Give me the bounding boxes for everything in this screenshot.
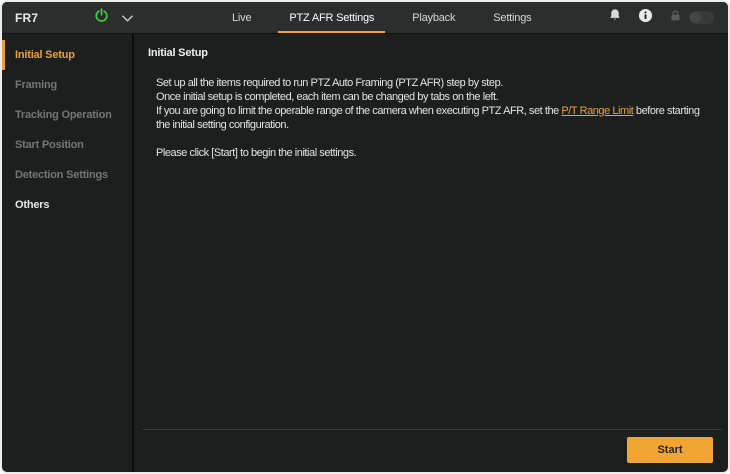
range-sentence-wrap: the initial setting configuration. — [156, 119, 289, 131]
info-button[interactable] — [638, 8, 653, 28]
sidebar: Initial Setup Framing Tracking Operation… — [2, 34, 134, 472]
device-name: FR7 — [15, 10, 39, 25]
sidebar-item-tracking-operation: Tracking Operation — [15, 109, 112, 121]
page-title: Initial Setup — [148, 47, 208, 59]
range-limit-sentence: If you are going to limit the operable r… — [156, 104, 720, 118]
status-icons — [608, 2, 728, 33]
bell-icon — [608, 8, 622, 27]
pt-range-limit-link[interactable]: P/T Range Limit — [561, 105, 633, 117]
power-icon — [94, 7, 109, 28]
main-nav-tabs: Live PTZ AFR Settings Playback Settings — [221, 2, 558, 33]
chevron-down-icon — [122, 9, 134, 27]
info-icon — [638, 8, 653, 28]
bottom-bar: Start — [143, 429, 722, 463]
tab-ptz-afr-settings[interactable]: PTZ AFR Settings — [278, 2, 386, 33]
tab-playback[interactable]: Playback — [401, 2, 466, 33]
top-bar: FR7 Live PTZ AFR Settings Playback Setti… — [2, 2, 728, 34]
sidebar-item-framing: Framing — [15, 79, 57, 91]
sidebar-item-detection-settings: Detection Settings — [15, 169, 108, 181]
body: Initial Setup Framing Tracking Operation… — [2, 34, 728, 472]
lock-toggle[interactable] — [689, 11, 714, 24]
sidebar-item-initial-setup[interactable]: Initial Setup — [2, 40, 132, 70]
sidebar-item-others[interactable]: Others — [2, 190, 132, 220]
toggle-knob — [690, 12, 701, 23]
intro-line: Set up all the items required to run PTZ… — [156, 77, 503, 89]
notification-button[interactable] — [608, 8, 622, 27]
lock-icon — [669, 9, 682, 27]
power-button[interactable] — [94, 7, 109, 28]
sidebar-item-start-position: Start Position — [15, 139, 84, 151]
device-section: FR7 — [2, 2, 165, 33]
bottom-divider — [143, 429, 722, 430]
lock-control-group — [669, 9, 714, 27]
intro-paragraph: Set up all the items required to run PTZ… — [156, 76, 720, 132]
start-button[interactable]: Start — [627, 437, 713, 463]
intro-line: Once initial setup is completed, each it… — [156, 91, 499, 103]
device-menu-button[interactable] — [122, 9, 134, 27]
tab-live[interactable]: Live — [221, 2, 262, 33]
main-panel: Initial Setup Set up all the items requi… — [134, 34, 728, 472]
app-window: FR7 Live PTZ AFR Settings Playback Setti… — [0, 0, 730, 474]
start-instruction: Please click [Start] to begin the initia… — [156, 147, 357, 159]
tab-settings[interactable]: Settings — [482, 2, 542, 33]
range-sentence-before: If you are going to limit the operable r… — [156, 105, 562, 117]
range-sentence-after: before starting — [633, 105, 700, 117]
